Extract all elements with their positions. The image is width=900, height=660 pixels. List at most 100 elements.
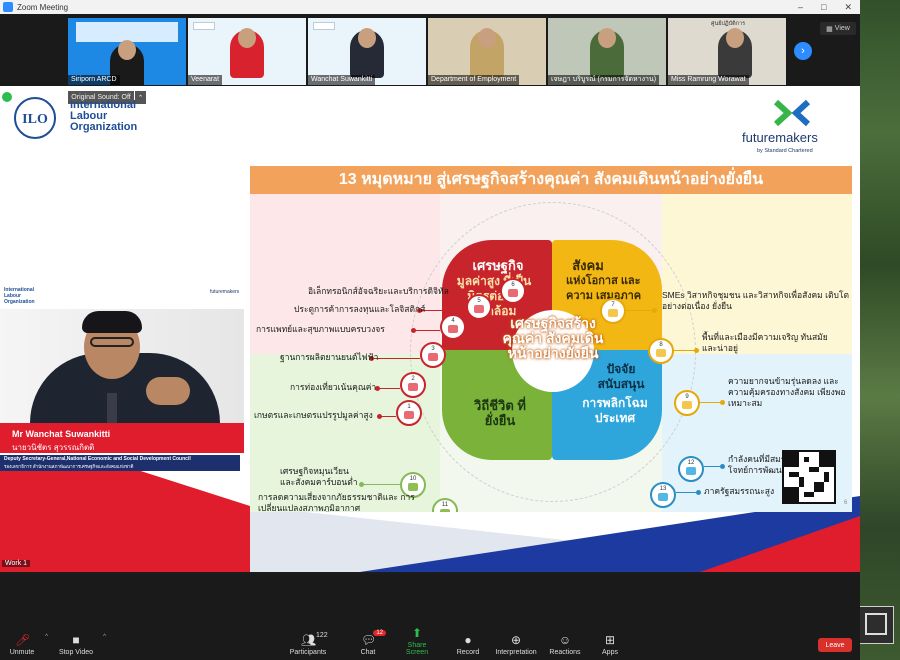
leader-dot [652,308,657,313]
chat-badge: 12 [373,630,386,636]
goal-icon [440,509,450,512]
goal-number: 4 [451,318,455,324]
goal-number: 12 [687,460,695,466]
stop-video-button[interactable]: ■ Stop Video ^ [56,634,106,656]
record-icon: ● [464,633,472,647]
unmute-button[interactable]: 🎤︎ Unmute ^ [6,633,48,656]
desktop-background [860,0,900,660]
zoom-app-icon [3,2,13,12]
goal-label: เกษตรและเกษตรแปรรูปมูลค่าสูง [254,410,373,420]
slide-title: 13 หมุดหมาย สู่เศรษฐกิจสร้างคุณค่า สังคม… [250,166,852,194]
share-screen-button[interactable]: ⬆ Share Screen [396,627,438,656]
mic-muted-icon: 🎤︎ [15,633,31,647]
goal-number: 13 [659,486,667,492]
goal-icon [608,309,618,317]
participant-name: เจษฎา บริบูรณ์ (กรมการจัดหางาน) [548,75,660,85]
apps-label: Apps [602,649,618,656]
goal-icon [428,353,438,361]
participant-tile[interactable]: Department of Employment [428,18,546,85]
goal-label: การท่องเที่ยวเน้นคุณค่า [290,382,377,392]
participants-button[interactable]: 👥︎ Participants 122 [288,632,328,656]
goal-badge: 1 [396,400,422,426]
interpretation-button[interactable]: ⊕ Interpretation [494,634,538,656]
ilo-logo-icon [193,22,215,30]
goal-badge: 5 [466,294,492,320]
green-title: วิถีชีวิต ที่ยั่งยืน [474,398,526,428]
chevron-up-icon[interactable]: ^ [103,634,106,640]
maximize-button[interactable]: □ [821,2,826,12]
participant-face [478,28,496,48]
reactions-icon: ☺ [558,633,572,647]
view-button[interactable]: ▦ View [820,22,856,35]
qr-code [782,450,836,504]
share-screen-icon: ⬆ [411,626,423,640]
chat-button[interactable]: 💬︎ Chat 12 [354,630,386,656]
interpretation-label: Interpretation [495,649,537,656]
blue-title: ปัจจัย สนับสนุน [597,362,645,391]
goal-icon [408,483,418,491]
leave-button[interactable]: Leave [818,638,852,652]
speaker-position-th: รองเลขาธิการ สำนักงานสภาพัฒนาการเศรษฐกิจ… [4,464,134,469]
reactions-label: Reactions [549,649,581,656]
red-sub: มูลค่าสูง ที่เป็นมิตรต่อ สิ่งแวดล้อม [456,274,532,318]
grid-icon: ▦ [826,25,833,33]
speaker-glasses [90,337,134,347]
goal-icon [682,401,692,409]
ilo-logo: ILO [14,97,56,139]
monitor-icon [865,613,887,635]
goal-badge: 2 [400,372,426,398]
participant-tile[interactable]: Veenarat [188,18,306,85]
record-button[interactable]: ● Record [454,634,482,656]
leader-dot [694,348,699,353]
participant-name: Wanchat Suwankitti [308,75,376,85]
title-bar: Zoom Meeting – □ ✕ [0,0,860,14]
goal-label: เศรษฐกิจหมุนเวียน และสังคมคาร์บอนต่ำ [280,466,358,487]
red-title: เศรษฐกิจ [472,258,524,273]
apps-button[interactable]: ⊞ Apps [598,634,622,656]
view-label: View [834,25,850,32]
goal-number: 5 [477,298,481,304]
share-monitor-thumbnail[interactable] [858,606,894,644]
next-page-button[interactable]: › [794,42,812,60]
goal-badge: 13 [650,482,676,508]
goal-number: 3 [431,346,435,352]
futuremakers-sub: by Standard Chartered [757,148,813,154]
svg-text:ILO: ILO [22,112,48,127]
shared-screen: Original Sound: Off ⌃ ILO International … [0,86,860,572]
record-label: Record [456,649,480,656]
goal-badge: 7 [600,298,626,324]
goal-label: อิเล็กทรอนิกส์อัจฉริยะและบริการดิจิทัล [308,286,449,296]
minimize-button[interactable]: – [798,2,803,12]
participant-name: Siriporn ARCD [68,75,120,85]
participant-tile[interactable]: Siriporn ARCD [68,18,186,85]
leader-line [626,310,654,311]
gallery-strip: Siriporn ARCD Veenarat Wanchat Suwankitt… [0,14,860,86]
goal-badge: 4 [440,314,466,340]
close-button[interactable]: ✕ [844,2,852,13]
slide-panel: 13 หมุดหมาย สู่เศรษฐกิจสร้างคุณค่า สังคม… [250,166,852,512]
leader-line [378,388,400,389]
page-number: 6 [844,500,848,506]
participant-tile[interactable]: เจษฎา บริบูรณ์ (กรมการจัดหางาน) [548,18,666,85]
work-label: Work 1 [2,560,31,567]
unmute-label: Unmute [9,649,35,656]
participant-face [238,28,256,48]
chat-icon: 💬︎ [361,633,377,647]
qr-pattern [784,452,834,502]
leader-line [362,484,400,485]
goal-icon [658,493,668,501]
goal-label: ประตูการค้าการลงทุนและโลจิสติกส์ [294,304,426,314]
reactions-button[interactable]: ☺ Reactions [548,634,582,656]
goal-number: 2 [411,376,415,382]
window-controls: – □ ✕ [798,0,852,14]
speaker-name-th: นายวนิชัตร สุวรรณกิตติ [12,443,95,452]
goal-number: 1 [407,404,411,410]
speaker-position-en: Deputy Secretary-General,National Econom… [4,456,191,462]
center-caption: เศรษฐกิจสร้างคุณค่า สังคมเดินหน้าอย่างยั… [502,315,604,361]
chevron-up-icon[interactable]: ^ [45,634,48,640]
speaker-name-band: Mr Wanchat Suwankitti นายวนิชัตร สุวรรณก… [0,423,244,453]
participant-tile[interactable]: ศูนย์ปฏิบัติการ Miss Ramrung Worawat [668,18,786,85]
goal-number: 9 [685,394,689,400]
speaker-ilo-logo: International Labour Organization [4,287,35,305]
participant-tile[interactable]: Wanchat Suwankitti [308,18,426,85]
